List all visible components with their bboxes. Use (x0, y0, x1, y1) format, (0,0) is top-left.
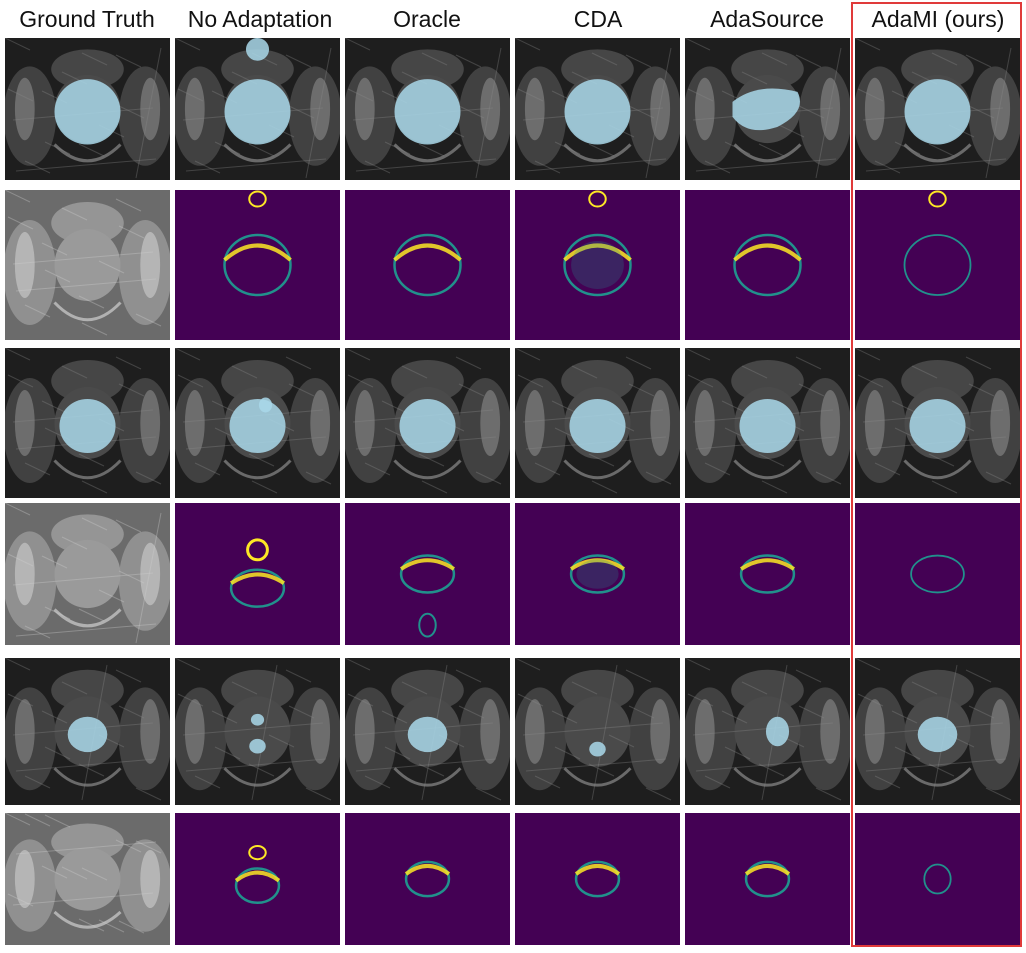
panel-cda-row-5 (515, 658, 680, 805)
panel-oracle-row-1 (345, 38, 510, 180)
panel-oracle-row-4 (345, 503, 510, 645)
panel-adami-ours-row-2 (855, 190, 1020, 340)
panel-ground-truth-row-3 (5, 348, 170, 498)
panel-ground-truth-row-5 (5, 658, 170, 805)
panel-no-adaptation-row-5 (175, 658, 340, 805)
panel-cda-row-4 (515, 503, 680, 645)
panel-ground-truth-row-1 (5, 38, 170, 180)
panel-adami-ours-row-6 (855, 813, 1020, 945)
panel-no-adaptation-row-3 (175, 348, 340, 498)
panel-oracle-row-6 (345, 813, 510, 945)
panel-adasource-row-1 (685, 38, 850, 180)
column-header-cda: CDA (573, 6, 623, 32)
panel-adasource-row-2 (685, 190, 850, 340)
panel-cda-row-6 (515, 813, 680, 945)
panel-no-adaptation-row-6 (175, 813, 340, 945)
panel-ground-truth-row-2 (5, 190, 170, 340)
panel-no-adaptation-row-4 (175, 503, 340, 645)
column-header-ground-truth: Ground Truth (19, 6, 155, 32)
panel-adami-ours-row-3 (855, 348, 1020, 498)
panel-no-adaptation-row-1 (175, 38, 340, 180)
panel-adami-ours-row-4 (855, 503, 1020, 645)
panel-ground-truth-row-4 (5, 503, 170, 645)
panel-cda-row-1 (515, 38, 680, 180)
panel-adami-ours-row-5 (855, 658, 1020, 805)
panel-adasource-row-3 (685, 348, 850, 498)
panel-adasource-row-5 (685, 658, 850, 805)
column-header-no-adaptation: No Adaptation (187, 6, 333, 32)
column-header-oracle: Oracle (393, 6, 461, 32)
panel-oracle-row-2 (345, 190, 510, 340)
panel-no-adaptation-row-2 (175, 190, 340, 340)
panel-cda-row-2 (515, 190, 680, 340)
column-header-adasource: AdaSource (710, 6, 824, 32)
panel-adasource-row-6 (685, 813, 850, 945)
panel-oracle-row-3 (345, 348, 510, 498)
panel-oracle-row-5 (345, 658, 510, 805)
column-header-adami-ours: AdaMI (ours) (871, 6, 1005, 32)
panel-adasource-row-4 (685, 503, 850, 645)
panel-ground-truth-row-6 (5, 813, 170, 945)
panel-cda-row-3 (515, 348, 680, 498)
panel-adami-ours-row-1 (855, 38, 1020, 180)
